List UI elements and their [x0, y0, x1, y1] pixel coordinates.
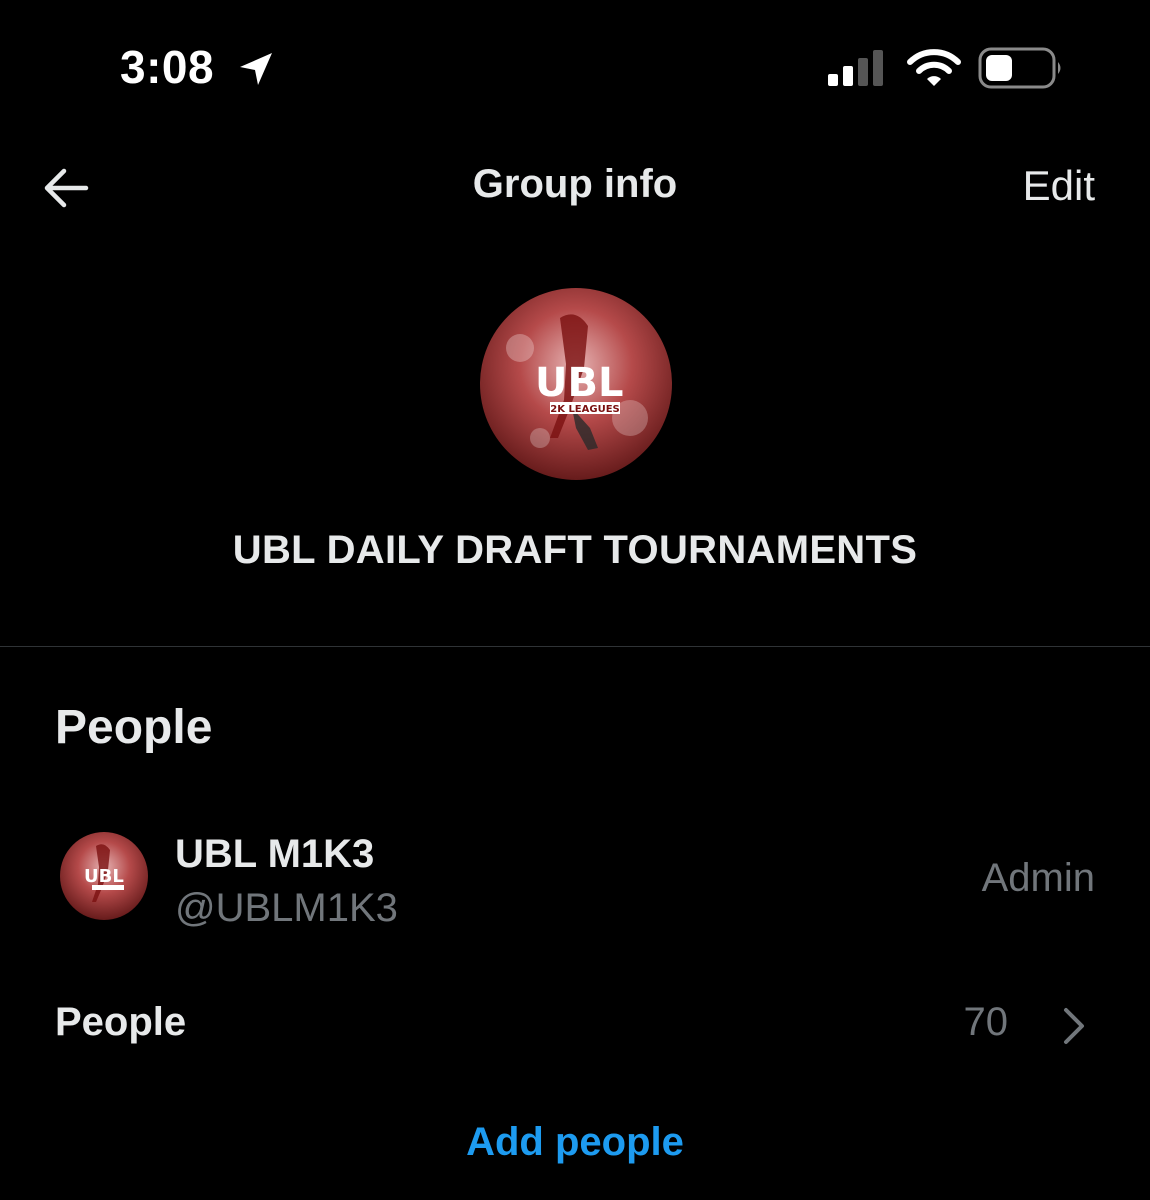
people-section-title: People: [55, 701, 213, 754]
page-title: Group info: [472, 162, 678, 206]
member-row[interactable]: UBL UBL M1K3 @UBLM1K3 Admin: [0, 820, 1150, 940]
group-avatar[interactable]: UBL 2K LEAGUES: [480, 288, 672, 480]
svg-text:UBL: UBL: [84, 866, 124, 887]
people-row-label: People: [55, 1000, 187, 1044]
chevron-right-icon: [1064, 1008, 1084, 1044]
cellular-signal-icon: [828, 50, 883, 86]
edit-button[interactable]: Edit: [1023, 162, 1095, 210]
people-list-row[interactable]: People 70: [0, 990, 1150, 1060]
section-divider: [0, 646, 1150, 647]
add-people-button[interactable]: Add people: [0, 1120, 1150, 1165]
status-time: 3:08: [120, 41, 215, 93]
member-role-badge: Admin: [981, 856, 1095, 900]
member-handle: @UBLM1K3: [175, 886, 398, 930]
battery-icon: [978, 47, 1061, 89]
location-arrow-icon: [240, 53, 272, 85]
member-avatar-image: UBL: [60, 832, 148, 920]
group-name: UBL DAILY DRAFT TOURNAMENTS: [232, 528, 918, 572]
wifi-icon: [907, 49, 961, 86]
avatar-sub-text: 2K LEAGUES: [550, 404, 620, 415]
member-name: UBL M1K3: [175, 832, 375, 876]
avatar: UBL: [60, 832, 148, 920]
group-avatar-image: UBL 2K LEAGUES: [480, 288, 672, 480]
avatar-logo-text: UBL: [535, 360, 623, 406]
people-count: 70: [963, 1000, 1009, 1044]
